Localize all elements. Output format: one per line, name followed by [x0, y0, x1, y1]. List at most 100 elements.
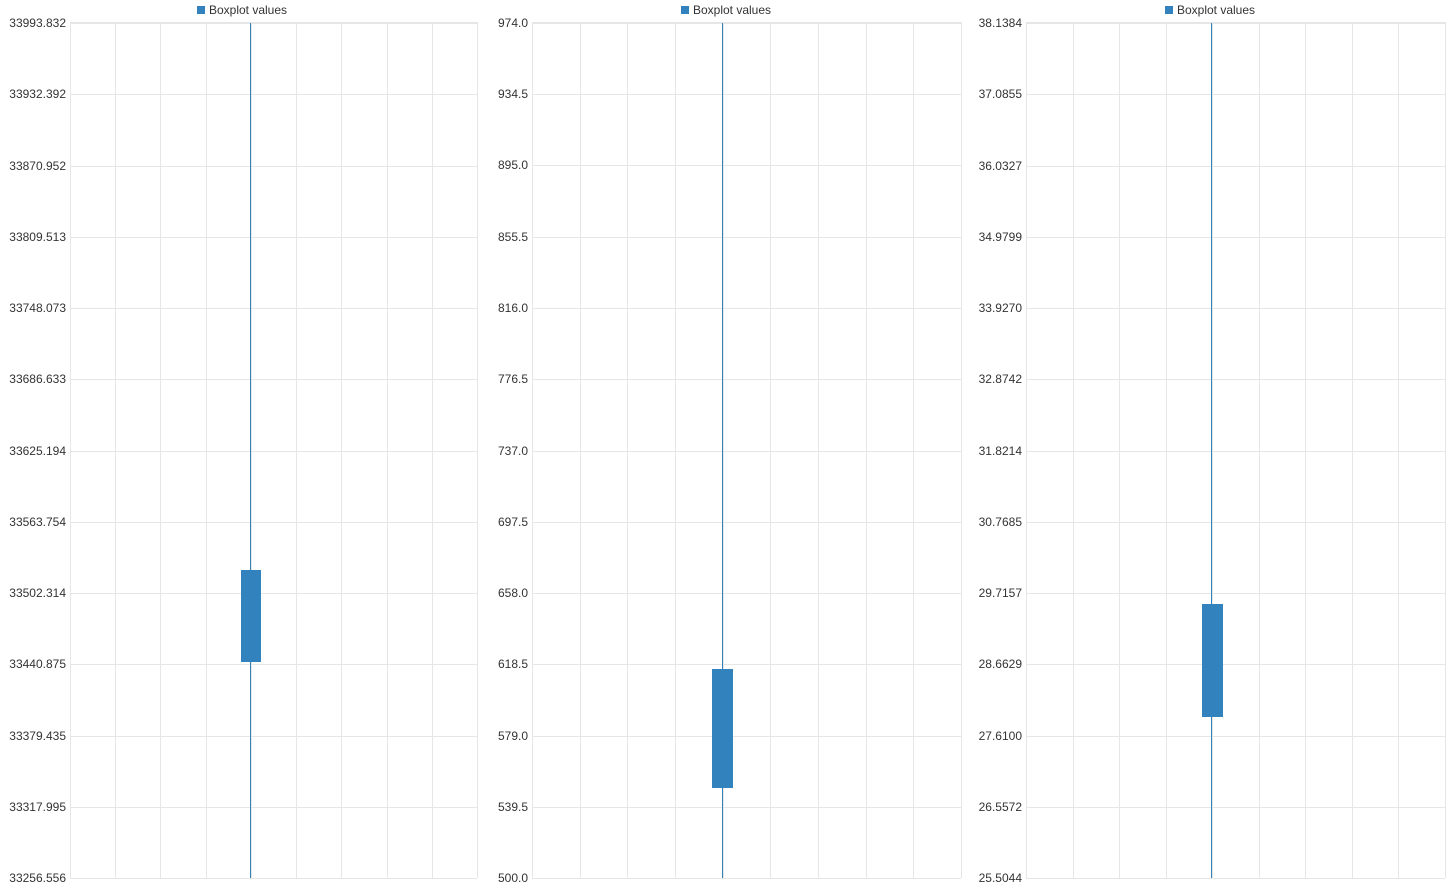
y-tick-label: 658.0 — [498, 586, 532, 600]
y-tick-label: 974.0 — [498, 16, 532, 30]
gridline — [70, 593, 477, 594]
y-tick-label: 33932.392 — [9, 87, 70, 101]
y-tick-label: 500.0 — [498, 871, 532, 884]
y-tick-label: 33317.995 — [9, 800, 70, 814]
y-tick-label: 30.7685 — [979, 515, 1026, 529]
plot-area: 33256.55633317.99533379.43533440.8753350… — [70, 22, 478, 878]
plot-area: 25.504426.557227.610028.662929.715730.76… — [1026, 22, 1446, 878]
legend-swatch — [1165, 6, 1173, 14]
legend: Boxplot values — [968, 2, 1452, 17]
gridline — [1026, 94, 1445, 95]
gridline — [70, 379, 477, 380]
y-tick-label: 36.0327 — [979, 159, 1026, 173]
y-tick-label: 29.7157 — [979, 586, 1026, 600]
boxplot-box — [241, 570, 261, 662]
y-tick-label: 697.5 — [498, 515, 532, 529]
y-tick-label: 618.5 — [498, 657, 532, 671]
legend-swatch — [197, 6, 205, 14]
gridline — [532, 308, 961, 309]
gridline — [532, 165, 961, 166]
gridline — [70, 23, 477, 24]
gridline — [532, 522, 961, 523]
y-tick-label: 579.0 — [498, 729, 532, 743]
gridline — [1026, 807, 1445, 808]
y-tick-label: 33993.832 — [9, 16, 70, 30]
legend-swatch — [681, 6, 689, 14]
gridline — [532, 237, 961, 238]
chart-panel-2: Boxplot values500.0539.5579.0618.5658.06… — [484, 0, 968, 884]
y-tick-label: 25.5044 — [979, 871, 1026, 884]
gridline — [1026, 23, 1445, 24]
y-tick-label: 33625.194 — [9, 444, 70, 458]
gridline — [532, 736, 961, 737]
gridline — [70, 807, 477, 808]
gridline — [70, 308, 477, 309]
gridline — [70, 878, 477, 879]
gridline — [532, 593, 961, 594]
y-tick-label: 33563.754 — [9, 515, 70, 529]
gridline — [1026, 522, 1445, 523]
y-tick-label: 33440.875 — [9, 657, 70, 671]
gridline — [1026, 878, 1445, 879]
chart-panel-3: Boxplot values25.504426.557227.610028.66… — [968, 0, 1452, 884]
y-tick-label: 26.5572 — [979, 800, 1026, 814]
legend: Boxplot values — [0, 2, 484, 17]
y-tick-label: 28.6629 — [979, 657, 1026, 671]
gridline — [70, 664, 477, 665]
y-tick-label: 539.5 — [498, 800, 532, 814]
gridline — [70, 237, 477, 238]
gridline — [70, 522, 477, 523]
y-tick-label: 737.0 — [498, 444, 532, 458]
boxplot-box — [1202, 604, 1223, 718]
gridline — [1026, 736, 1445, 737]
y-tick-label: 816.0 — [498, 301, 532, 315]
plot-grid: 25.504426.557227.610028.662929.715730.76… — [1026, 22, 1446, 878]
y-tick-label: 33686.633 — [9, 372, 70, 386]
y-tick-label: 33.9270 — [979, 301, 1026, 315]
legend-label: Boxplot values — [1177, 3, 1255, 17]
gridline-vertical — [477, 23, 478, 878]
plot-area: 500.0539.5579.0618.5658.0697.5737.0776.5… — [532, 22, 962, 878]
gridline — [1026, 664, 1445, 665]
gridline — [1026, 379, 1445, 380]
legend: Boxplot values — [484, 2, 968, 17]
legend-label: Boxplot values — [209, 3, 287, 17]
y-tick-label: 38.1384 — [979, 16, 1026, 30]
gridline — [1026, 308, 1445, 309]
y-tick-label: 934.5 — [498, 87, 532, 101]
boxplot-whisker — [250, 23, 251, 878]
gridline — [70, 166, 477, 167]
legend-label: Boxplot values — [693, 3, 771, 17]
boxplot-whisker — [1211, 23, 1212, 878]
gridline — [70, 736, 477, 737]
y-tick-label: 34.9799 — [979, 230, 1026, 244]
gridline — [532, 878, 961, 879]
gridline — [1026, 593, 1445, 594]
gridline-vertical — [1445, 23, 1446, 878]
gridline — [532, 451, 961, 452]
plot-grid: 500.0539.5579.0618.5658.0697.5737.0776.5… — [532, 22, 962, 878]
gridline — [1026, 451, 1445, 452]
y-tick-label: 33809.513 — [9, 230, 70, 244]
y-tick-label: 776.5 — [498, 372, 532, 386]
gridline-vertical — [961, 23, 962, 878]
y-tick-label: 895.0 — [498, 158, 532, 172]
y-tick-label: 37.0855 — [979, 87, 1026, 101]
gridline — [532, 379, 961, 380]
y-tick-label: 33379.435 — [9, 729, 70, 743]
boxplot-box — [712, 669, 733, 788]
gridline — [1026, 166, 1445, 167]
y-tick-label: 31.8214 — [979, 444, 1026, 458]
gridline — [70, 94, 477, 95]
chart-panels: Boxplot values33256.55633317.99533379.43… — [0, 0, 1452, 884]
gridline — [1026, 237, 1445, 238]
y-tick-label: 33256.556 — [9, 871, 70, 884]
gridline — [70, 451, 477, 452]
y-tick-label: 32.8742 — [979, 372, 1026, 386]
plot-grid: 33256.55633317.99533379.43533440.8753350… — [70, 22, 478, 878]
gridline — [532, 664, 961, 665]
gridline — [532, 94, 961, 95]
y-tick-label: 27.6100 — [979, 729, 1026, 743]
y-tick-label: 855.5 — [498, 230, 532, 244]
y-tick-label: 33748.073 — [9, 301, 70, 315]
